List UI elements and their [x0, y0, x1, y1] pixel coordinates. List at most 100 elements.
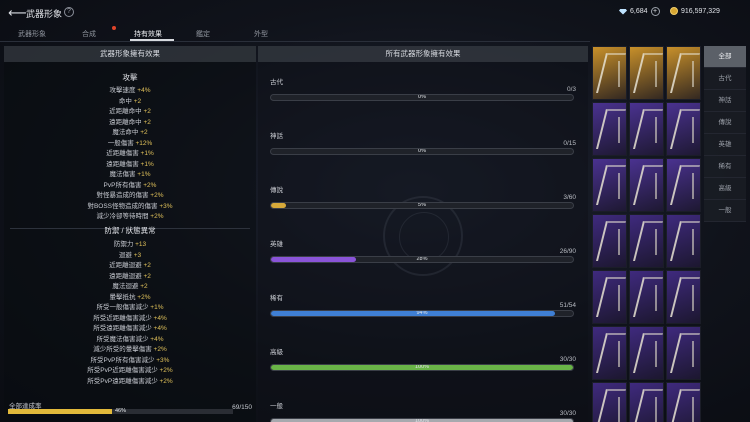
- weapon-tile[interactable]: [629, 270, 664, 324]
- stat-row: 所受近距離傷害減少 +4%: [4, 312, 256, 322]
- rarity-count: 0/15: [563, 140, 576, 147]
- arrow-left-icon[interactable]: ⟵: [8, 5, 27, 21]
- sidebar-item-rarity[interactable]: 全部: [704, 46, 746, 68]
- stat-value: +2%: [143, 181, 157, 189]
- rarity-name: 高級: [270, 349, 283, 356]
- weapon-icon-detail: [682, 61, 694, 87]
- stat-name: 對BOSS怪物造成的傷害: [87, 202, 160, 210]
- stat-name: 所受PvP遠距離傷害減少: [87, 377, 160, 385]
- weapon-icon-detail: [645, 341, 657, 367]
- stat-name: 近距離迴避: [109, 262, 144, 269]
- stat-value: +1%: [137, 171, 151, 178]
- sidebar-item-rarity[interactable]: 傳說: [704, 112, 746, 134]
- attack-section-title: 攻擊: [122, 73, 138, 82]
- weapon-form-effects-panel[interactable]: 武器形象擁有效果 攻擊 攻擊速度 +4% 命中 +2 近距離命中 +2 遠距離命中 +…: [4, 46, 256, 422]
- stat-row: 暈擊抵抗 +2%: [4, 291, 256, 301]
- rarity-count: 51/54: [559, 302, 576, 309]
- weapon-tile[interactable]: [666, 102, 701, 156]
- rarity-progress-bar: 94%: [270, 310, 574, 317]
- tab-appearance[interactable]: 外型: [254, 29, 268, 39]
- weapon-tile[interactable]: [592, 158, 627, 212]
- rarity-count: 30/30: [559, 410, 576, 417]
- overall-progress-bar: 46%: [8, 408, 233, 414]
- stat-value: +4%: [153, 325, 167, 332]
- weapon-tile[interactable]: [592, 102, 627, 156]
- rarity-percent: 100%: [414, 418, 430, 422]
- weapon-tile[interactable]: [666, 326, 701, 380]
- stat-value: +2: [143, 272, 151, 280]
- stat-name: 攻擊速度: [109, 87, 138, 94]
- stat-value: +1%: [140, 160, 154, 168]
- stat-value: +2: [143, 262, 151, 269]
- stat-row: 所受PvP遠距離傷害減少 +2%: [4, 375, 256, 385]
- weapon-icon-detail: [608, 285, 620, 311]
- stat-row: 遠距離傷害 +1%: [4, 158, 256, 168]
- weapon-tile[interactable]: [629, 326, 664, 380]
- stat-row: 近距離命中 +2: [4, 105, 256, 115]
- stat-name: 一般傷害: [107, 139, 136, 147]
- sidebar-item-rarity[interactable]: 稀有: [704, 156, 746, 178]
- weapon-grid[interactable]: [592, 46, 702, 422]
- stat-name: 減少冷卻等待時間: [96, 213, 151, 220]
- sidebar-item-rarity[interactable]: 高級: [704, 178, 746, 200]
- gold-currency: 916,597,329: [670, 7, 720, 15]
- stat-value: +12%: [135, 139, 153, 147]
- rarity-percent: 100%: [414, 364, 430, 370]
- rarity-progress-bar: 100%: [270, 418, 574, 422]
- stat-value: +3%: [159, 202, 173, 210]
- stat-row: 一般傷害 +12%: [4, 137, 256, 147]
- stat-row: 魔法迴避 +2: [4, 280, 256, 290]
- weapon-icon-detail: [608, 173, 620, 199]
- weapon-icon-detail: [682, 285, 694, 311]
- weapon-icon-detail: [682, 397, 694, 422]
- diamond-icon: [619, 8, 627, 15]
- stat-value: +2%: [137, 293, 151, 301]
- add-diamond-button[interactable]: +: [650, 7, 660, 16]
- sidebar-item-rarity[interactable]: 英雄: [704, 134, 746, 156]
- weapon-tile[interactable]: [666, 270, 701, 324]
- stat-row: 遠距離迴避 +2: [4, 270, 256, 280]
- weapon-tile[interactable]: [666, 382, 701, 422]
- stat-value: +4%: [153, 314, 167, 322]
- weapon-tile[interactable]: [592, 326, 627, 380]
- weapon-tile[interactable]: [666, 158, 701, 212]
- stat-value: +2%: [159, 377, 173, 385]
- tab-holding-effects[interactable]: 持有效果: [134, 29, 162, 39]
- weapon-tile[interactable]: [592, 46, 627, 100]
- weapon-tile[interactable]: [629, 158, 664, 212]
- weapon-tile[interactable]: [666, 46, 701, 100]
- overall-count: 69/150: [232, 404, 252, 411]
- weapon-tile[interactable]: [629, 382, 664, 422]
- sidebar-item-rarity[interactable]: 神話: [704, 90, 746, 112]
- rarity-percent: 0%: [418, 94, 426, 100]
- stat-row: 所受PvP近距離傷害減少 +2%: [4, 364, 256, 374]
- stat-value: +2: [140, 129, 148, 136]
- weapon-icon-detail: [645, 397, 657, 422]
- weapon-tile[interactable]: [592, 382, 627, 422]
- stat-name: 所受遠距離傷害減少: [93, 325, 154, 332]
- overall-completion: 全部達成率 69/150 46%: [4, 398, 256, 422]
- stat-name: 所受PvP近距離傷害減少: [87, 367, 160, 374]
- weapon-icon-detail: [645, 285, 657, 311]
- weapon-tile[interactable]: [629, 46, 664, 100]
- stat-value: +2: [143, 108, 151, 115]
- weapon-tile[interactable]: [629, 102, 664, 156]
- weapon-tile[interactable]: [666, 214, 701, 268]
- stat-value: +3%: [156, 356, 170, 364]
- stat-row: 對BOSS怪物造成的傷害 +3%: [4, 200, 256, 210]
- weapon-tile[interactable]: [592, 214, 627, 268]
- sidebar-item-rarity[interactable]: 古代: [704, 68, 746, 90]
- rarity-name: 稀有: [270, 295, 283, 302]
- tab-synthesis[interactable]: 合成: [82, 29, 96, 39]
- weapon-tile[interactable]: [592, 270, 627, 324]
- rarity-progress-bar: 5%: [270, 202, 574, 209]
- stat-row: 防禦力 +13: [4, 238, 256, 248]
- tab-appraisal[interactable]: 鑑定: [196, 29, 210, 39]
- weapon-tile[interactable]: [629, 214, 664, 268]
- sidebar-item-rarity[interactable]: 一般: [704, 200, 746, 222]
- help-icon[interactable]: ?: [64, 7, 74, 17]
- stat-name: 命中: [118, 97, 134, 105]
- tab-weapon-form[interactable]: 武器形象: [18, 29, 46, 39]
- stat-name: 遠距離迴避: [109, 272, 144, 280]
- weapon-icon-detail: [645, 173, 657, 199]
